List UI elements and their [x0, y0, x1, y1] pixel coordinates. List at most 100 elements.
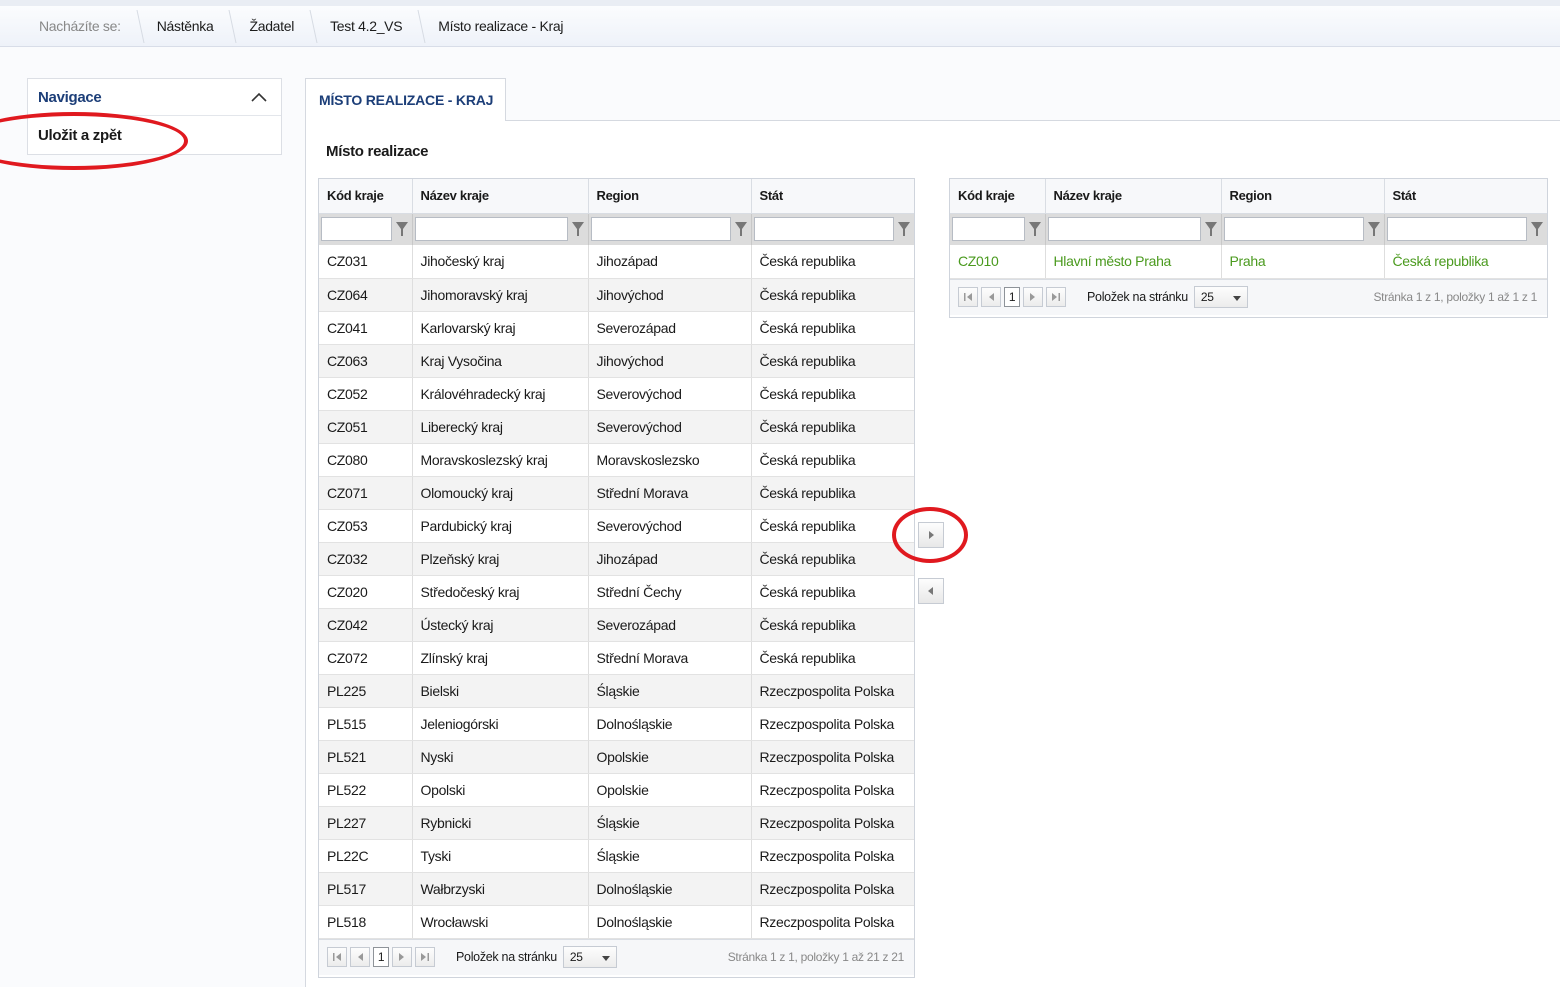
cell-region[interactable]: Moravskoslezsko [588, 443, 752, 477]
table-row[interactable]: CZ041 Karlovarský kraj Severozápad Česká re… [319, 311, 914, 345]
tab-misto-realizace-kraj[interactable]: MÍSTO REALIZACE - KRAJ [305, 78, 506, 121]
table-row[interactable]: CZ042 Ústecký kraj Severozápad Česká republ… [319, 608, 914, 642]
table-row[interactable]: PL22C Tyski Śląskie Rzeczpospolita Polska [319, 839, 914, 873]
cell-region[interactable]: Praha [1221, 245, 1385, 279]
cell-state[interactable]: Rzeczpospolita Polska [751, 707, 914, 741]
last-page-button[interactable] [1046, 287, 1066, 307]
cell-region[interactable]: Jihozápad [588, 542, 752, 576]
cell-code[interactable]: CZ042 [319, 608, 413, 642]
save-and-back-link[interactable]: Uložit a zpět [28, 116, 281, 155]
cell-state[interactable]: Česká republika [751, 542, 914, 576]
cell-code[interactable]: CZ031 [319, 245, 413, 279]
column-header-name[interactable]: Název kraje [1045, 179, 1222, 214]
cell-name[interactable]: Wałbrzyski [412, 872, 589, 906]
cell-state[interactable]: Česká republika [1384, 245, 1547, 279]
cell-state[interactable]: Česká republika [751, 278, 914, 312]
cell-code[interactable]: PL521 [319, 740, 413, 774]
filter-icon[interactable] [1366, 220, 1382, 238]
cell-name[interactable]: Jeleniogórski [412, 707, 589, 741]
cell-region[interactable]: Opolskie [588, 773, 752, 807]
table-row[interactable]: CZ032 Plzeňský kraj Jihozápad Česká republi… [319, 542, 914, 576]
cell-state[interactable]: Česká republika [751, 476, 914, 510]
cell-code[interactable]: PL227 [319, 806, 413, 840]
cell-region[interactable]: Střední Čechy [588, 575, 752, 609]
cell-name[interactable]: Liberecký kraj [412, 410, 589, 444]
breadcrumb-item-nastenka[interactable]: Nástěnka [141, 6, 234, 47]
filter-input-code[interactable] [952, 217, 1025, 242]
filter-input-state[interactable] [753, 217, 894, 242]
first-page-button[interactable] [958, 287, 978, 307]
cell-code[interactable]: PL522 [319, 773, 413, 807]
cell-name[interactable]: Ústecký kraj [412, 608, 589, 642]
cell-region[interactable]: Dolnośląskie [588, 707, 752, 741]
table-row[interactable]: CZ080 Moravskoslezský kraj Moravskoslezsko… [319, 443, 914, 477]
last-page-button[interactable] [415, 947, 435, 967]
cell-region[interactable]: Střední Morava [588, 641, 752, 675]
cell-state[interactable]: Rzeczpospolita Polska [751, 674, 914, 708]
filter-input-code[interactable] [321, 217, 392, 242]
cell-region[interactable]: Opolskie [588, 740, 752, 774]
cell-state[interactable]: Česká republika [751, 344, 914, 378]
first-page-button[interactable] [327, 947, 347, 967]
filter-icon[interactable] [570, 220, 586, 238]
filter-input-name[interactable] [414, 217, 568, 242]
cell-name[interactable]: Zlínský kraj [412, 641, 589, 675]
table-row[interactable]: PL518 Wrocławski Dolnośląskie Rzeczpospolit… [319, 905, 914, 939]
filter-input-region[interactable] [590, 217, 731, 242]
cell-name[interactable]: Kraj Vysočina [412, 344, 589, 378]
column-header-code[interactable]: Kód kraje [319, 179, 413, 214]
cell-code[interactable]: CZ010 [950, 245, 1046, 279]
cell-state[interactable]: Rzeczpospolita Polska [751, 806, 914, 840]
cell-code[interactable]: CZ020 [319, 575, 413, 609]
cell-state[interactable]: Rzeczpospolita Polska [751, 905, 914, 939]
cell-state[interactable]: Česká republika [751, 311, 914, 345]
next-page-button[interactable] [392, 947, 412, 967]
cell-region[interactable]: Śląskie [588, 839, 752, 873]
cell-state[interactable]: Rzeczpospolita Polska [751, 773, 914, 807]
prev-page-button[interactable] [981, 287, 1001, 307]
cell-code[interactable]: PL518 [319, 905, 413, 939]
table-row[interactable]: CZ020 Středočeský kraj Střední Čechy Česká … [319, 575, 914, 609]
cell-code[interactable]: CZ052 [319, 377, 413, 411]
table-row[interactable]: PL515 Jeleniogórski Dolnośląskie Rzeczpospo… [319, 707, 914, 741]
table-row[interactable]: CZ071 Olomoucký kraj Střední Morava Česká r… [319, 476, 914, 510]
filter-icon[interactable] [896, 220, 912, 238]
column-header-region[interactable]: Region [1221, 179, 1385, 214]
cell-region[interactable]: Śląskie [588, 674, 752, 708]
cell-state[interactable]: Česká republika [751, 377, 914, 411]
cell-code[interactable]: CZ032 [319, 542, 413, 576]
breadcrumb-item-project[interactable]: Test 4.2_VS [314, 6, 422, 47]
cell-code[interactable]: PL22C [319, 839, 413, 873]
table-row[interactable]: CZ031 Jihočeský kraj Jihozápad Česká republ… [319, 245, 914, 279]
cell-name[interactable]: Moravskoslezský kraj [412, 443, 589, 477]
table-row[interactable]: CZ063 Kraj Vysočina Jihovýchod Česká republ… [319, 344, 914, 378]
cell-state[interactable]: Rzeczpospolita Polska [751, 872, 914, 906]
cell-name[interactable]: Nyski [412, 740, 589, 774]
cell-region[interactable]: Severozápad [588, 608, 752, 642]
prev-page-button[interactable] [350, 947, 370, 967]
column-header-region[interactable]: Region [588, 179, 752, 214]
move-right-button[interactable] [918, 522, 944, 548]
filter-icon[interactable] [1203, 220, 1219, 238]
cell-code[interactable]: CZ064 [319, 278, 413, 312]
column-header-name[interactable]: Název kraje [412, 179, 589, 214]
table-row[interactable]: PL517 Wałbrzyski Dolnośląskie Rzeczpospolit… [319, 872, 914, 906]
navigation-header[interactable]: Navigace [28, 79, 281, 116]
cell-code[interactable]: CZ080 [319, 443, 413, 477]
cell-state[interactable]: Rzeczpospolita Polska [751, 839, 914, 873]
cell-region[interactable]: Jihovýchod [588, 344, 752, 378]
filter-input-state[interactable] [1386, 217, 1527, 242]
table-row[interactable]: CZ051 Liberecký kraj Severovýchod Česká rep… [319, 410, 914, 444]
cell-code[interactable]: CZ051 [319, 410, 413, 444]
cell-name[interactable]: Bielski [412, 674, 589, 708]
cell-state[interactable]: Česká republika [751, 575, 914, 609]
chevron-up-icon[interactable] [249, 90, 269, 104]
cell-state[interactable]: Česká republika [751, 410, 914, 444]
page-number[interactable]: 1 [373, 947, 389, 967]
cell-name[interactable]: Opolski [412, 773, 589, 807]
cell-code[interactable]: CZ041 [319, 311, 413, 345]
cell-state[interactable]: Česká republika [751, 641, 914, 675]
breadcrumb-item-zadatel[interactable]: Žadatel [233, 6, 314, 47]
column-header-state[interactable]: Stát [1384, 179, 1547, 214]
cell-name[interactable]: Jihočeský kraj [412, 245, 589, 279]
